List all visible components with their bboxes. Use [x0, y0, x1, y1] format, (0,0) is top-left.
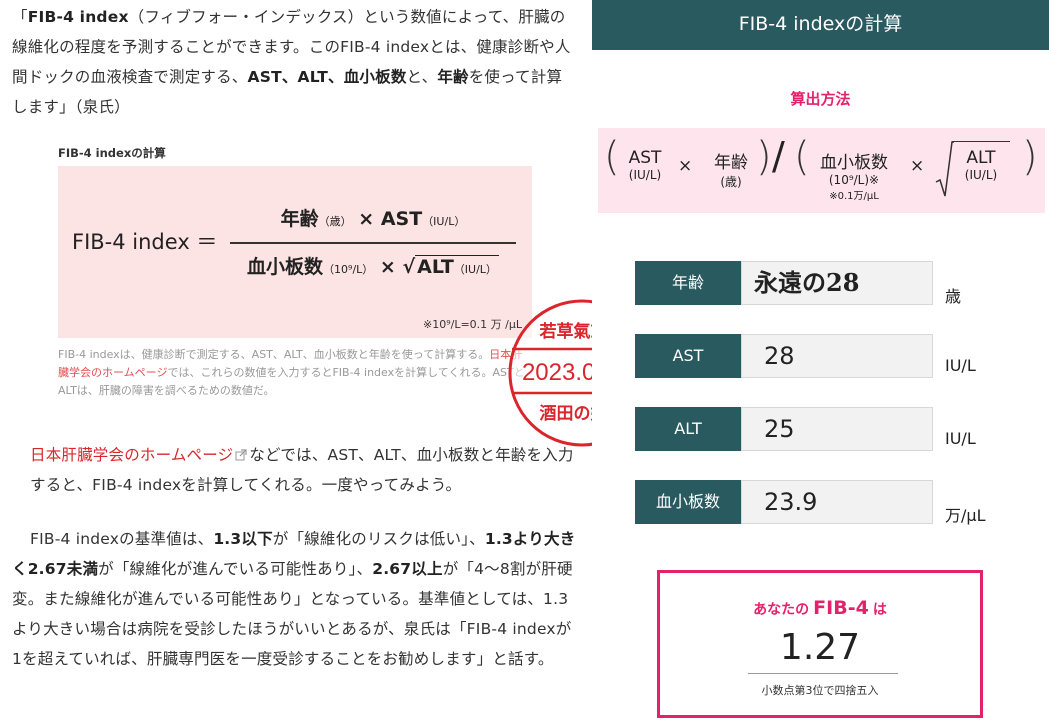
formula-numerator: 年齢（歳） × AST（IU/L）	[280, 208, 466, 230]
slash-icon: /	[772, 134, 785, 178]
formula-age: 年齢	[714, 153, 748, 173]
fib4-calculator: FIB-4 indexの計算 算出方法 ( AST (IU/L) × 年齢 (歳…	[592, 0, 1049, 726]
alt-label: ALT	[635, 407, 741, 451]
calculator-header: FIB-4 indexの計算	[592, 0, 1049, 50]
howto-paragraph: 日本肝臓学会のホームページ などでは、AST、ALT、血小板数と年齢を入力すると、…	[30, 446, 574, 494]
external-link-icon	[235, 449, 247, 461]
platelet-input[interactable]: 23.9	[741, 480, 933, 524]
alt-input[interactable]: 25	[741, 407, 933, 451]
rounding-note: 小数点第3位で四捨五入	[761, 684, 879, 697]
platelet-unit: 万/μL	[945, 506, 986, 525]
alt-row: ALT 25 IU/L	[635, 407, 1035, 451]
age-unit: 歳	[945, 287, 962, 306]
article: 「FIB-4 index（フィブフォー・インデックス）という数値によって、肝臓の…	[0, 0, 590, 726]
formula-alt: ALT	[966, 148, 996, 168]
formula-denominator: 血小板数（10⁹/L） × √ ALT（IU/L）	[247, 255, 499, 278]
formula-fraction: 年齢（歳） × AST（IU/L） 血小板数（10⁹/L） × √ ALT（IU/…	[230, 204, 516, 279]
formula-ast: AST	[628, 148, 662, 168]
fib4-formula-figure: FIB-4 indexの計算 FIB-4 index ＝ 年齢（歳） × AST…	[58, 142, 536, 400]
jsh-homepage-link[interactable]: 日本肝臓学会のホームページ	[30, 446, 233, 464]
left-paren-icon: (	[604, 134, 620, 180]
figure-title: FIB-4 indexの計算	[58, 146, 166, 160]
intro-paragraph: 「FIB-4 index（フィブフォー・インデックス）という数値によって、肝臓の…	[12, 8, 571, 116]
platelet-row: 血小板数 23.9 万/μL	[635, 480, 1035, 525]
formula-platelets-note: ※0.1万/μL	[829, 191, 879, 202]
formula-age-unit: (歳)	[720, 175, 742, 189]
sqrt-icon	[935, 141, 954, 197]
criteria-paragraph: FIB-4 indexの基準値は、1.3以下が「線維化のリスクは低い」、1.3よ…	[12, 530, 576, 668]
times-icon: ×	[910, 156, 925, 176]
ast-unit: IU/L	[945, 356, 976, 375]
age-label: 年齢	[635, 261, 741, 305]
sqrt-icon: √	[402, 256, 416, 278]
ast-label: AST	[635, 334, 741, 378]
right-paren-icon: )	[1022, 134, 1038, 180]
platelet-label: 血小板数	[635, 480, 741, 524]
calculation-formula: ( AST (IU/L) × 年齢 (歳) ) / ( 血小板数 (10⁹/L)…	[598, 128, 1045, 213]
result-box: あなたの FIB-4 は 1.27 小数点第3位で四捨五入	[657, 570, 983, 718]
formula-alt-unit: (IU/L)	[964, 168, 998, 182]
left-paren-icon: (	[794, 134, 810, 180]
ast-row: AST 28 IU/L	[635, 334, 1035, 378]
formula-box: FIB-4 index ＝ 年齢（歳） × AST（IU/L） 血小板数（10⁹…	[58, 166, 532, 338]
right-paren-icon: )	[756, 134, 772, 180]
formula-platelets-unit: (10⁹/L)※	[828, 173, 880, 187]
result-label: あなたの FIB-4 は	[753, 597, 887, 619]
age-row: 年齢 永遠の28 歳	[635, 261, 1035, 306]
age-input[interactable]: 永遠の28	[741, 261, 933, 305]
times-icon: ×	[678, 156, 693, 176]
figure-caption: FIB-4 indexは、健康診断で測定する、AST、ALT、血小板数と年齢を使…	[58, 348, 525, 397]
formula-platelets: 血小板数	[820, 153, 888, 173]
method-title: 算出方法	[790, 90, 851, 108]
formula-ast-unit: (IU/L)	[628, 168, 662, 182]
ast-input[interactable]: 28	[741, 334, 933, 378]
formula-lhs: FIB-4 index ＝	[72, 230, 218, 254]
result-value: 1.27	[779, 627, 861, 668]
alt-unit: IU/L	[945, 429, 976, 448]
result-divider	[748, 673, 898, 674]
